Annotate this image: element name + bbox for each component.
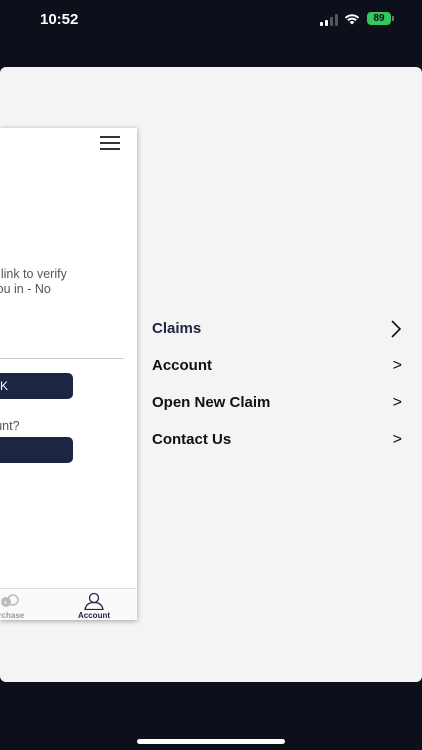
- chevron-right-icon: >: [392, 394, 402, 411]
- verify-instructions-text: eive a link to verify sign you in - No: [0, 267, 136, 297]
- tab-account-label[interactable]: Account: [78, 611, 110, 620]
- home-indicator[interactable]: [137, 739, 285, 744]
- purchase-icon[interactable]: +: [0, 594, 20, 608]
- cellular-signal-icon: [320, 14, 340, 26]
- menu-item-account[interactable]: Account >: [152, 354, 402, 378]
- chevron-right-icon: [391, 320, 402, 338]
- wifi-icon: [344, 14, 360, 25]
- no-account-question: count?: [0, 419, 20, 433]
- tab-bar: + y purchase Account: [0, 588, 137, 620]
- hamburger-menu-icon[interactable]: [100, 136, 120, 150]
- create-account-button[interactable]: [0, 437, 73, 463]
- status-time: 10:52: [40, 11, 79, 28]
- send-link-button-label: K: [0, 379, 9, 393]
- chevron-right-icon: >: [392, 431, 402, 448]
- verify-line-2: sign you in - No: [0, 282, 51, 296]
- status-bar: 10:52 89: [0, 0, 422, 44]
- verify-line-1: eive a link to verify: [0, 267, 67, 281]
- menu-item-label: Claims: [152, 320, 202, 337]
- battery-icon: 89: [367, 12, 391, 25]
- menu-item-contact-us[interactable]: Contact Us >: [152, 428, 402, 452]
- side-menu-sheet: eive a link to verify sign you in - No K…: [0, 67, 422, 682]
- svg-text:+: +: [4, 600, 8, 607]
- send-link-button[interactable]: K: [0, 373, 73, 399]
- menu-item-open-new-claim[interactable]: Open New Claim >: [152, 391, 402, 415]
- battery-level: 89: [373, 13, 385, 24]
- menu-item-label: Contact Us: [152, 431, 232, 448]
- chevron-right-icon: >: [392, 357, 402, 374]
- tab-purchase-label[interactable]: y purchase: [0, 611, 24, 620]
- menu-item-label: Account: [152, 357, 212, 374]
- battery-tip: [392, 16, 394, 21]
- background-screen[interactable]: eive a link to verify sign you in - No K…: [0, 128, 137, 620]
- menu-item-claims[interactable]: Claims: [152, 317, 402, 341]
- account-icon[interactable]: [84, 592, 104, 610]
- menu-item-label: Open New Claim: [152, 394, 271, 411]
- divider: [0, 358, 124, 359]
